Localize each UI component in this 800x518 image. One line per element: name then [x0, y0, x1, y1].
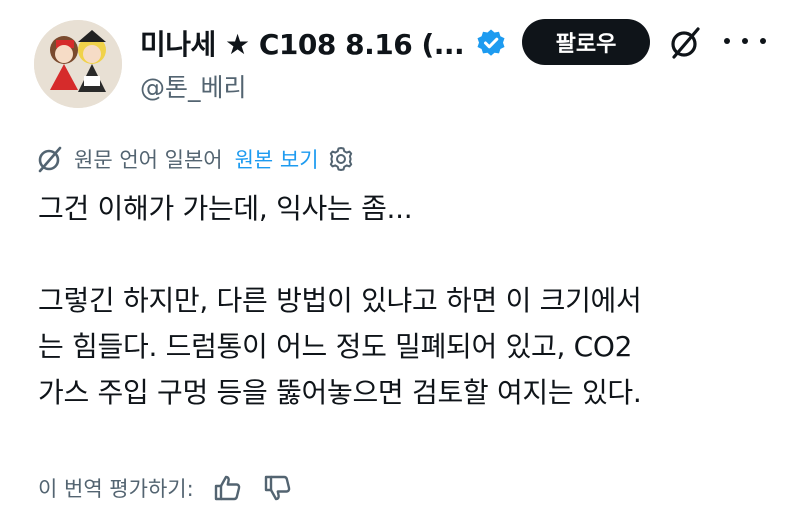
- more-dot: [760, 38, 766, 44]
- tweet-text: 그건 이해가 가는데, 익사는 좀... 그렇긴 하지만, 다른 방법이 있냐고…: [38, 192, 642, 409]
- gear-icon[interactable]: [327, 145, 355, 173]
- thumbs-up-icon[interactable]: [212, 472, 244, 504]
- rate-translation-bar: 이 번역 평가하기:: [38, 470, 312, 506]
- more-dot: [724, 38, 730, 44]
- translation-bar: 원문 언어 일본어 원본 보기: [36, 142, 355, 176]
- translate-icon: [36, 145, 64, 173]
- author-name-row: 미나세 ★ C108 8.16 (...: [140, 22, 506, 64]
- source-language-label: 원문 언어 일본어: [74, 148, 223, 172]
- more-icon[interactable]: [724, 38, 766, 48]
- avatar[interactable]: [34, 20, 122, 108]
- rate-translation-label: 이 번역 평가하기:: [38, 477, 194, 501]
- author-handle[interactable]: @톤_베리: [140, 68, 247, 104]
- show-original-link[interactable]: 원본 보기: [235, 144, 319, 174]
- verified-badge-icon: [476, 28, 506, 58]
- follow-button[interactable]: 팔로우: [522, 19, 650, 65]
- thumbs-down-icon[interactable]: [262, 472, 294, 504]
- grok-icon[interactable]: [668, 26, 702, 60]
- more-dot: [742, 38, 748, 44]
- author-display-name[interactable]: 미나세 ★ C108 8.16 (...: [140, 23, 465, 63]
